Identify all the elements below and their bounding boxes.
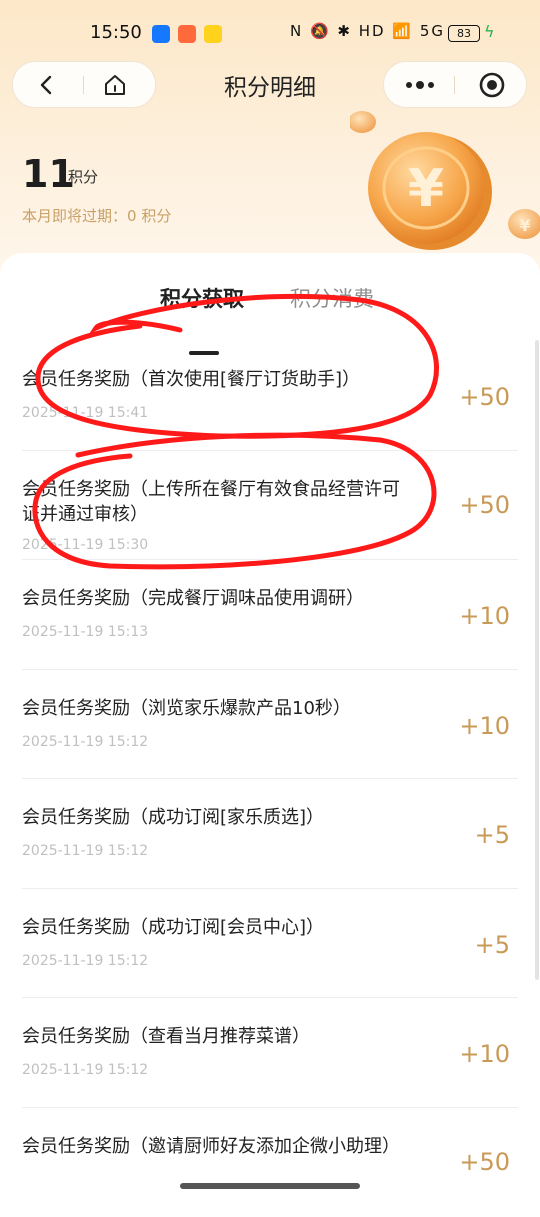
record-date: 2025-11-19 15:12 (22, 734, 148, 750)
record-title: 会员任务奖励（上传所在餐厅有效食品经营许可证并通过审核） (22, 477, 402, 527)
chevron-left-icon (36, 74, 58, 96)
page-title: 积分明细 (170, 68, 370, 102)
nav-separator-right (454, 76, 455, 94)
status-icons: N 🔕 ✱ HD 📶 5G (290, 22, 445, 40)
tab-earn[interactable]: 积分获取 (160, 283, 244, 313)
tab-bar: 积分获取 积分消费 (0, 283, 540, 333)
record-amount: +10 (459, 602, 510, 630)
status-bar: 15:50 N 🔕 ✱ HD 📶 5G 83 ϟ (0, 0, 540, 66)
record-date: 2025-11-19 15:12 (22, 843, 148, 859)
home-button[interactable] (85, 62, 145, 107)
list-item: 会员任务奖励（邀请厨师好友添加企微小助理） +50 (0, 1108, 540, 1217)
record-amount: +10 (459, 1040, 510, 1068)
record-date: 2025-11-19 15:12 (22, 1062, 148, 1078)
list-item: 会员任务奖励（完成餐厅调味品使用调研） 2025-11-19 15:13 +10 (0, 560, 540, 670)
more-icon (403, 80, 437, 90)
record-date: 2025-11-19 15:12 (22, 953, 148, 969)
charging-icon: ϟ (484, 22, 495, 41)
scrollbar[interactable] (535, 340, 539, 980)
record-amount: +50 (459, 383, 510, 411)
record-amount: +5 (475, 931, 510, 959)
list-item: 会员任务奖励（查看当月推荐菜谱） 2025-11-19 15:12 +10 (0, 998, 540, 1108)
list-item: 会员任务奖励（浏览家乐爆款产品10秒） 2025-11-19 15:12 +10 (0, 670, 540, 780)
meituan-icon (204, 25, 222, 43)
record-amount: +50 (459, 491, 510, 519)
home-icon (102, 72, 128, 98)
status-time: 15:50 (90, 22, 142, 43)
record-title: 会员任务奖励（查看当月推荐菜谱） (22, 1024, 402, 1049)
expiring-value: 0 积分 (127, 207, 171, 225)
record-date: 2025-11-19 15:13 (22, 624, 148, 640)
list-item: 会员任务奖励（上传所在餐厅有效食品经营许可证并通过审核） 2025-11-19 … (0, 451, 540, 561)
nav-capsule-left (12, 61, 156, 108)
record-date: 2025-11-19 15:41 (22, 405, 148, 421)
points-detail-card: 积分获取 积分消费 会员任务奖励（首次使用[餐厅订货助手]） 2025-11-1… (0, 253, 540, 1200)
record-date: 2025-11-19 15:30 (22, 537, 148, 553)
list-item: 会员任务奖励（成功订阅[会员中心]） 2025-11-19 15:12 +5 (0, 889, 540, 999)
record-title: 会员任务奖励（成功订阅[家乐质选]） (22, 805, 402, 830)
record-amount: +10 (459, 712, 510, 740)
record-title: 会员任务奖励（邀请厨师好友添加企微小助理） (22, 1134, 402, 1159)
svg-text:¥: ¥ (519, 216, 530, 235)
alipay-icon (152, 25, 170, 43)
points-balance: 11 (22, 152, 75, 196)
record-title: 会员任务奖励（浏览家乐爆款产品10秒） (22, 696, 402, 721)
record-amount: +5 (475, 821, 510, 849)
record-title: 会员任务奖励（完成餐厅调味品使用调研） (22, 586, 402, 611)
app-notification-icon (178, 25, 196, 43)
points-record-list: 会员任务奖励（首次使用[餐厅订货助手]） 2025-11-19 15:41 +5… (0, 341, 540, 1217)
list-item: 会员任务奖励（成功订阅[家乐质选]） 2025-11-19 15:12 +5 (0, 779, 540, 889)
record-title: 会员任务奖励（成功订阅[会员中心]） (22, 915, 402, 940)
back-button[interactable] (17, 62, 77, 107)
list-item: 会员任务奖励（首次使用[餐厅订货助手]） 2025-11-19 15:41 +5… (0, 341, 540, 451)
home-indicator (180, 1183, 360, 1189)
target-icon (478, 71, 506, 99)
record-amount: +50 (459, 1148, 510, 1176)
record-title: 会员任务奖励（首次使用[餐厅订货助手]） (22, 367, 402, 392)
battery-indicator: 83 (448, 25, 480, 42)
nav-separator (83, 76, 84, 94)
tab-spend[interactable]: 积分消费 (290, 283, 374, 313)
expiring-label: 本月即将过期： (22, 207, 127, 225)
points-unit: 积分 (68, 166, 98, 187)
expiring-points: 本月即将过期：0 积分 (22, 205, 171, 226)
svg-text:¥: ¥ (408, 159, 444, 219)
